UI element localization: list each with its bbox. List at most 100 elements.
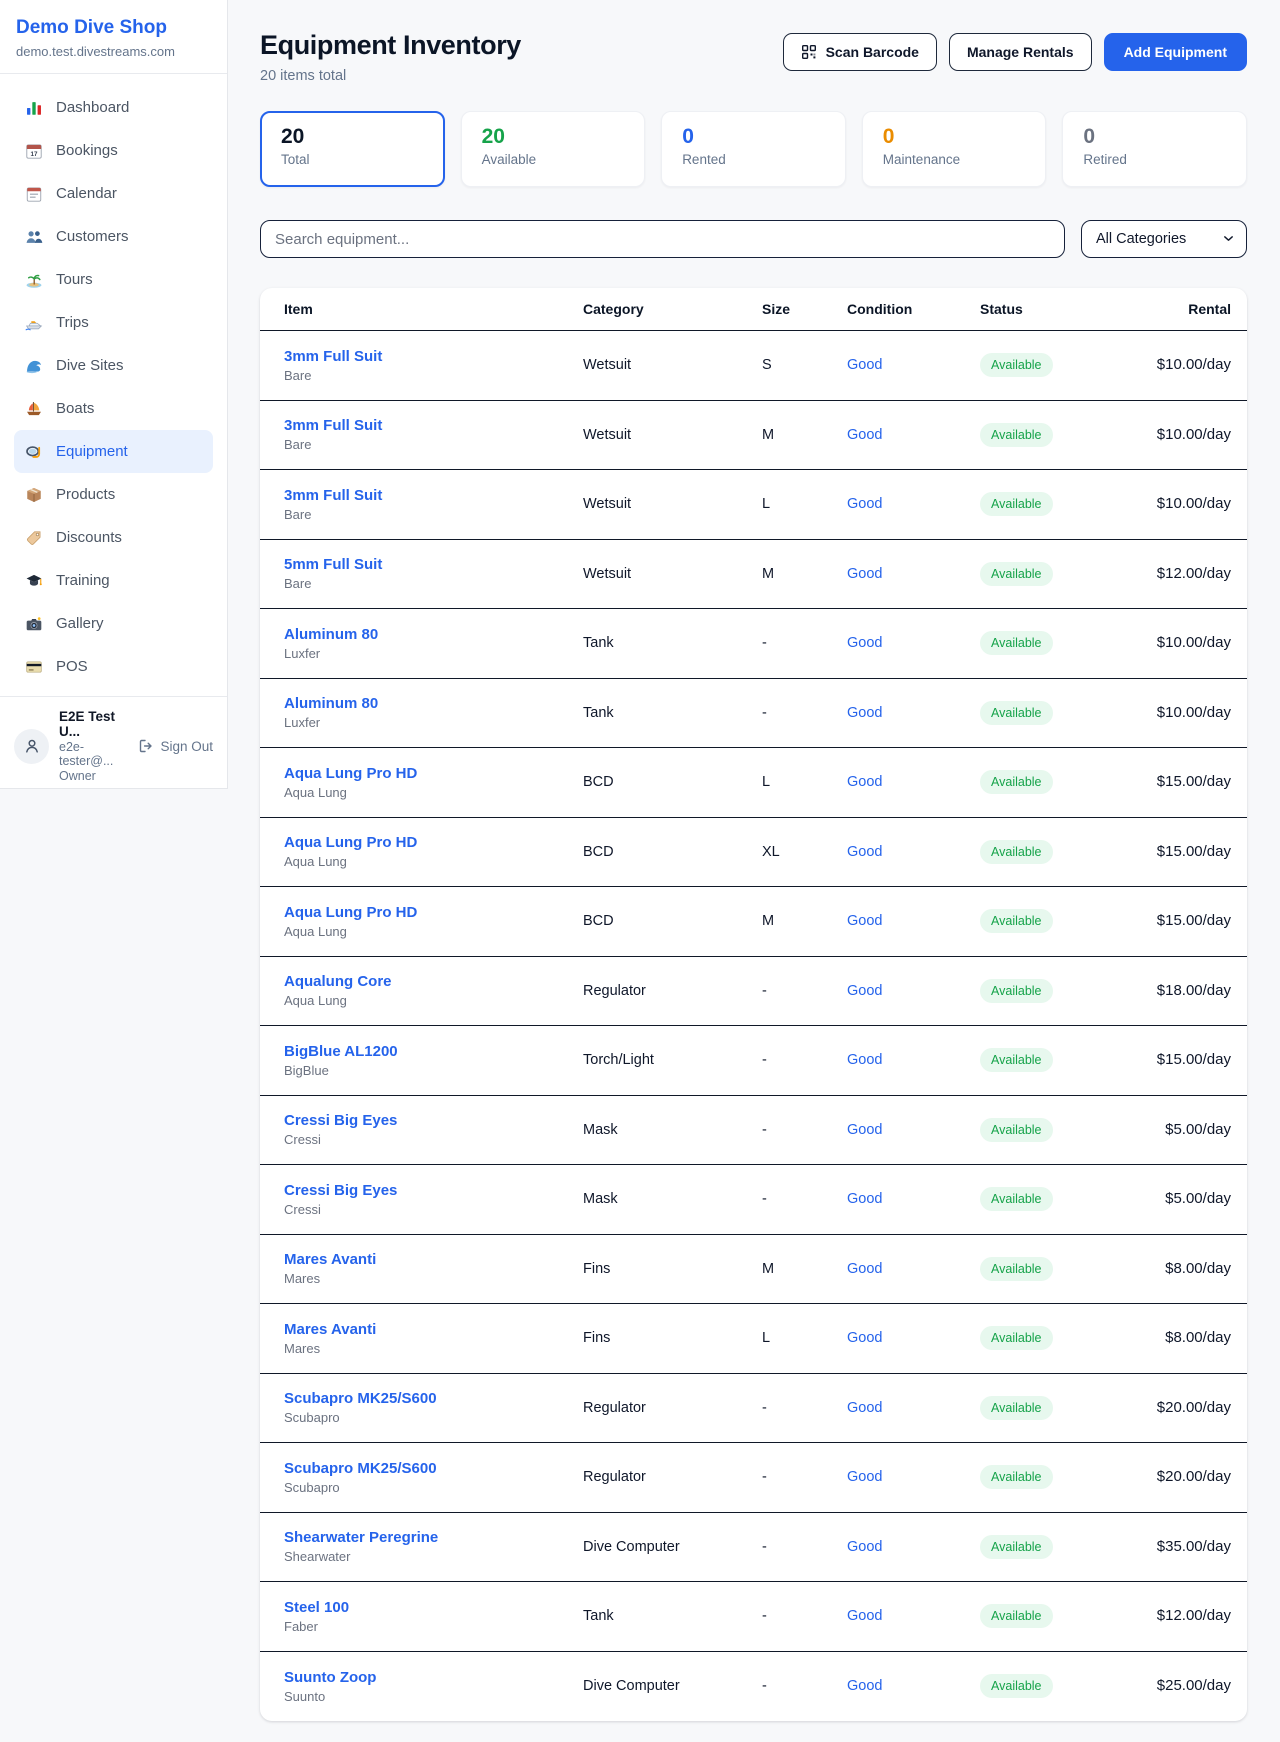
- item-name-link[interactable]: Cressi Big Eyes: [284, 1182, 583, 1199]
- sidebar-item[interactable]: Dashboard: [14, 86, 213, 129]
- sidebar-item[interactable]: Gallery: [14, 602, 213, 645]
- category-select[interactable]: All Categories: [1081, 220, 1247, 258]
- item-category: Wetsuit: [583, 566, 762, 582]
- sidebar-item[interactable]: Training: [14, 559, 213, 602]
- condition-link[interactable]: Good: [847, 983, 882, 999]
- condition-link[interactable]: Good: [847, 913, 882, 929]
- column-header-status: Status: [980, 301, 1120, 317]
- item-brand: BigBlue: [284, 1063, 583, 1078]
- condition-link[interactable]: Good: [847, 1052, 882, 1068]
- rental-price: $20.00/day: [1157, 1468, 1231, 1485]
- item-name-link[interactable]: Suunto Zoop: [284, 1669, 583, 1686]
- items-total-count: 20 items total: [260, 68, 521, 84]
- brand-link[interactable]: Demo Dive Shop: [16, 17, 211, 39]
- item-name-link[interactable]: Steel 100: [284, 1599, 583, 1616]
- item-brand: Aqua Lung: [284, 785, 583, 800]
- sidebar-item-label: POS: [56, 658, 88, 675]
- status-badge: Available: [980, 1465, 1053, 1489]
- item-name-link[interactable]: 3mm Full Suit: [284, 348, 583, 365]
- sidebar-nav: Dashboard 17 Bookings Calendar Customers…: [0, 74, 227, 696]
- scan-barcode-label: Scan Barcode: [826, 44, 919, 60]
- add-equipment-button[interactable]: Add Equipment: [1104, 33, 1247, 71]
- item-category: Wetsuit: [583, 496, 762, 512]
- rental-price: $8.00/day: [1165, 1260, 1231, 1277]
- sidebar-item-label: Trips: [56, 314, 89, 331]
- item-category: Fins: [583, 1330, 762, 1346]
- status-badge: Available: [980, 979, 1053, 1003]
- item-brand: Faber: [284, 1619, 583, 1634]
- item-name-link[interactable]: 3mm Full Suit: [284, 417, 583, 434]
- stat-card[interactable]: 0 Rented: [661, 111, 846, 187]
- condition-link[interactable]: Good: [847, 357, 882, 373]
- item-brand: Shearwater: [284, 1549, 583, 1564]
- sidebar-item[interactable]: Customers: [14, 215, 213, 258]
- item-name-link[interactable]: 5mm Full Suit: [284, 556, 583, 573]
- status-badge: Available: [980, 1187, 1053, 1211]
- condition-link[interactable]: Good: [847, 1678, 882, 1694]
- item-brand: Aqua Lung: [284, 854, 583, 869]
- item-category: Torch/Light: [583, 1052, 762, 1068]
- sidebar-item[interactable]: Calendar: [14, 172, 213, 215]
- item-name-link[interactable]: Aqualung Core: [284, 973, 583, 990]
- item-name-link[interactable]: Aqua Lung Pro HD: [284, 834, 583, 851]
- stat-card[interactable]: 0 Retired: [1062, 111, 1247, 187]
- condition-link[interactable]: Good: [847, 566, 882, 582]
- search-input[interactable]: [260, 220, 1065, 258]
- header-actions: Scan Barcode Manage Rentals Add Equipmen…: [783, 33, 1247, 71]
- condition-link[interactable]: Good: [847, 1122, 882, 1138]
- status-badge: Available: [980, 353, 1053, 377]
- condition-link[interactable]: Good: [847, 844, 882, 860]
- item-category: Dive Computer: [583, 1678, 762, 1694]
- sidebar-item[interactable]: Dive Sites: [14, 344, 213, 387]
- condition-link[interactable]: Good: [847, 496, 882, 512]
- stat-card[interactable]: 0 Maintenance: [862, 111, 1047, 187]
- item-category: Mask: [583, 1191, 762, 1207]
- condition-link[interactable]: Good: [847, 1330, 882, 1346]
- customers-icon: [25, 228, 43, 246]
- item-name-link[interactable]: Aluminum 80: [284, 626, 583, 643]
- item-name-link[interactable]: Mares Avanti: [284, 1321, 583, 1338]
- condition-link[interactable]: Good: [847, 1191, 882, 1207]
- stat-card[interactable]: 20 Available: [461, 111, 646, 187]
- category-select-wrap: All Categories: [1081, 220, 1247, 258]
- condition-link[interactable]: Good: [847, 635, 882, 651]
- sign-out-button[interactable]: Sign Out: [138, 738, 213, 754]
- sidebar-item[interactable]: Boats: [14, 387, 213, 430]
- item-name-link[interactable]: Scubapro MK25/S600: [284, 1390, 583, 1407]
- sidebar-item[interactable]: Products: [14, 473, 213, 516]
- condition-link[interactable]: Good: [847, 1608, 882, 1624]
- sidebar-item-label: Calendar: [56, 185, 117, 202]
- item-name-link[interactable]: Mares Avanti: [284, 1251, 583, 1268]
- item-name-link[interactable]: Aqua Lung Pro HD: [284, 765, 583, 782]
- sidebar-item[interactable]: Equipment: [14, 430, 213, 473]
- rental-price: $35.00/day: [1157, 1538, 1231, 1555]
- item-size: -: [762, 1400, 847, 1416]
- item-name-link[interactable]: Shearwater Peregrine: [284, 1529, 583, 1546]
- stat-card[interactable]: 20 Total: [260, 111, 445, 187]
- column-header-condition: Condition: [847, 301, 980, 317]
- condition-link[interactable]: Good: [847, 1539, 882, 1555]
- condition-link[interactable]: Good: [847, 1261, 882, 1277]
- item-brand: Scubapro: [284, 1480, 583, 1495]
- item-name-link[interactable]: 3mm Full Suit: [284, 487, 583, 504]
- item-name-link[interactable]: Aqua Lung Pro HD: [284, 904, 583, 921]
- sidebar-item[interactable]: Tours: [14, 258, 213, 301]
- condition-link[interactable]: Good: [847, 1400, 882, 1416]
- sidebar-item[interactable]: Discounts: [14, 516, 213, 559]
- scan-barcode-button[interactable]: Scan Barcode: [783, 33, 937, 71]
- condition-link[interactable]: Good: [847, 774, 882, 790]
- item-name-link[interactable]: BigBlue AL1200: [284, 1043, 583, 1060]
- manage-rentals-button[interactable]: Manage Rentals: [949, 33, 1092, 71]
- user-block: E2E Test U... e2e-tester@... Owner Sign …: [0, 696, 227, 795]
- condition-link[interactable]: Good: [847, 705, 882, 721]
- item-name-link[interactable]: Scubapro MK25/S600: [284, 1460, 583, 1477]
- user-info: E2E Test U... e2e-tester@... Owner: [59, 709, 128, 783]
- sidebar-item[interactable]: Trips: [14, 301, 213, 344]
- item-name-link[interactable]: Cressi Big Eyes: [284, 1112, 583, 1129]
- sidebar-item[interactable]: POS: [14, 645, 213, 688]
- condition-link[interactable]: Good: [847, 427, 882, 443]
- sidebar-item[interactable]: 17 Bookings: [14, 129, 213, 172]
- item-name-link[interactable]: Aluminum 80: [284, 695, 583, 712]
- table-row: BigBlue AL1200 BigBlue Torch/Light - Goo…: [260, 1026, 1247, 1096]
- condition-link[interactable]: Good: [847, 1469, 882, 1485]
